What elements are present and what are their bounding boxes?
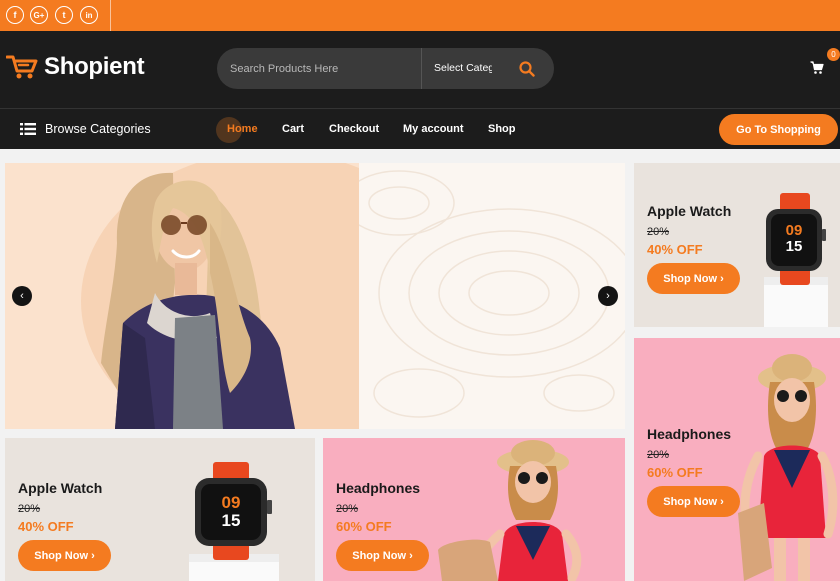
- shop-now-button[interactable]: Shop Now ›: [647, 263, 740, 294]
- promo-title: Apple Watch: [647, 203, 732, 219]
- hero-pattern-background: [359, 170, 625, 418]
- watch-face-bottom: 15: [222, 511, 241, 530]
- nav-shop[interactable]: Shop: [488, 123, 516, 135]
- cart-button[interactable]: 0: [808, 48, 840, 77]
- google-plus-icon[interactable]: G+: [30, 6, 48, 24]
- search-bar: Select Category: [217, 48, 554, 89]
- twitter-icon[interactable]: t: [55, 6, 73, 24]
- nav-checkout[interactable]: Checkout: [329, 123, 379, 135]
- promo-discount: 40% OFF: [18, 519, 74, 534]
- search-input[interactable]: [217, 48, 421, 89]
- promo-old-discount: 20%: [647, 449, 670, 461]
- slider-prev-button[interactable]: ‹: [12, 286, 32, 306]
- hero-model-image: [101, 172, 295, 429]
- top-social-bar: f G+ t in: [0, 0, 840, 31]
- watch-product-image: 09 15: [189, 462, 279, 581]
- promo-old-discount: 20%: [647, 226, 670, 238]
- watch-face-top: 09: [786, 222, 803, 239]
- linkedin-icon[interactable]: in: [80, 6, 98, 24]
- logo-text: Shopient: [44, 53, 145, 80]
- girl-product-image: [738, 354, 838, 581]
- topbar-divider: [110, 0, 111, 31]
- list-icon: [20, 123, 36, 135]
- nav-home[interactable]: Home: [227, 123, 258, 135]
- slider-next-button[interactable]: ›: [598, 286, 618, 306]
- shop-now-button[interactable]: Shop Now ›: [18, 540, 111, 571]
- site-header: Shopient Select Category 0: [0, 31, 840, 108]
- promo-title: Headphones: [336, 480, 421, 496]
- nav-my-account[interactable]: My account: [403, 123, 464, 135]
- watch-product-image: 09 15: [764, 193, 828, 327]
- promo-apple-watch-right: Apple Watch 20% 40% OFF Shop Now › 09 15: [634, 163, 840, 327]
- promo-old-discount: 20%: [336, 503, 359, 515]
- promo-old-discount: 20%: [18, 503, 41, 515]
- girl-product-image: [438, 440, 582, 581]
- promo-title: Apple Watch: [18, 480, 103, 496]
- main-navigation: Browse Categories Home Cart Checkout My …: [0, 108, 840, 149]
- nav-cart[interactable]: Cart: [282, 123, 304, 135]
- go-to-shopping-button[interactable]: Go To Shopping: [719, 114, 838, 145]
- search-button[interactable]: [507, 57, 547, 81]
- site-logo[interactable]: Shopient: [6, 53, 145, 81]
- promo-discount: 60% OFF: [336, 519, 392, 534]
- shop-now-button[interactable]: Shop Now ›: [647, 486, 740, 517]
- search-icon: [519, 61, 535, 77]
- promo-title: Headphones: [647, 426, 732, 442]
- promo-discount: 40% OFF: [647, 242, 703, 257]
- cart-icon: [810, 61, 824, 74]
- browse-categories-button[interactable]: Browse Categories: [20, 122, 151, 136]
- promo-apple-watch-bottom: Apple Watch 20% 40% OFF Shop Now › 09 15: [5, 438, 315, 581]
- promo-headphones-bottom: Headphones 20% 60% OFF Shop Now ›: [323, 438, 625, 581]
- shop-now-button[interactable]: Shop Now ›: [336, 540, 429, 571]
- watch-face-bottom: 15: [786, 238, 803, 255]
- browse-categories-label: Browse Categories: [45, 122, 151, 136]
- hero-slider: ‹ ›: [5, 163, 625, 429]
- main-content: ‹ › Apple Watch 20% 40% OFF Shop Now › 0…: [0, 149, 840, 581]
- category-select[interactable]: Select Category: [422, 48, 492, 89]
- facebook-icon[interactable]: f: [6, 6, 24, 24]
- cart-logo-icon: [6, 55, 38, 79]
- cart-count-badge: 0: [827, 48, 840, 61]
- watch-face-top: 09: [222, 493, 241, 512]
- promo-discount: 60% OFF: [647, 465, 703, 480]
- promo-headphones-right: Headphones 20% 60% OFF Shop Now ›: [634, 338, 840, 581]
- hero-slide-image-area: [5, 163, 359, 429]
